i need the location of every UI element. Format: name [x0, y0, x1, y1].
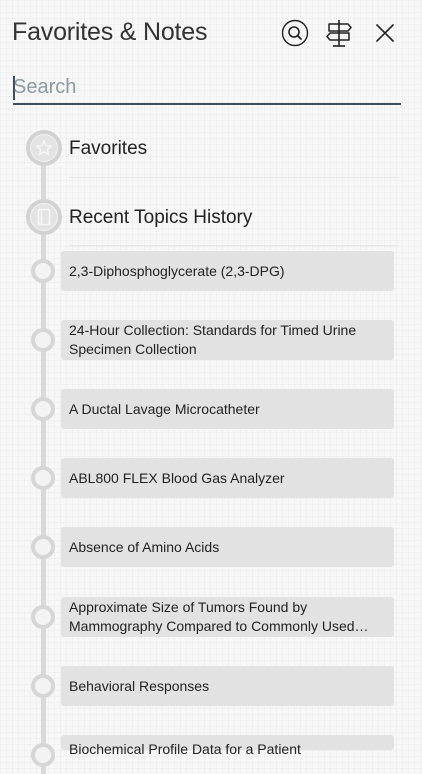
page-title: Favorites & Notes — [12, 18, 208, 46]
section-divider — [69, 177, 399, 178]
timeline-node — [31, 535, 55, 559]
search-button[interactable] — [280, 18, 310, 48]
history-item-title: Absence of Amino Acids — [69, 538, 220, 555]
history-item[interactable]: 2,3-Diphosphoglycerate (2,3-DPG) — [61, 251, 394, 291]
history-item[interactable]: Absence of Amino Acids — [61, 527, 394, 567]
history-item[interactable]: Biochemical Profile Data for a Patient — [61, 735, 394, 757]
history-section-node — [26, 199, 62, 235]
history-item[interactable]: Approximate Size of Tumors Found by Mamm… — [61, 597, 394, 637]
timeline-node — [31, 674, 55, 698]
signpost-icon — [326, 20, 352, 47]
timeline-node — [31, 259, 55, 283]
history-section-label[interactable]: Recent Topics History — [69, 207, 252, 229]
history-item[interactable]: ABL800 FLEX Blood Gas Analyzer — [61, 458, 394, 498]
search-icon — [281, 19, 309, 47]
signpost-button[interactable] — [324, 18, 354, 48]
timeline-node — [31, 466, 55, 490]
close-icon — [376, 24, 394, 42]
search-input[interactable] — [13, 72, 401, 103]
search-field[interactable] — [13, 72, 401, 105]
favorites-section-node — [26, 130, 62, 166]
history-item[interactable]: 24-Hour Collection: Standards for Timed … — [61, 320, 394, 360]
history-item[interactable]: Behavioral Responses — [61, 666, 394, 706]
star-icon — [35, 140, 53, 156]
book-icon — [37, 208, 51, 226]
history-item-title: ABL800 FLEX Blood Gas Analyzer — [69, 469, 285, 486]
timeline-node — [31, 743, 55, 767]
header: Favorites & Notes — [0, 0, 422, 66]
history-item-title: 2,3-Diphosphoglycerate (2,3-DPG) — [69, 262, 285, 279]
timeline-node — [31, 605, 55, 629]
favorites-section-label[interactable]: Favorites — [69, 138, 147, 160]
history-item-title: Approximate Size of Tumors Found by Mamm… — [69, 599, 369, 634]
history-item-title: 24-Hour Collection: Standards for Timed … — [69, 322, 357, 357]
history-item-title: Behavioral Responses — [69, 677, 210, 694]
history-item-title: A Ductal Lavage Microcatheter — [69, 400, 260, 417]
close-button[interactable] — [370, 18, 400, 48]
timeline-node — [31, 328, 55, 352]
section-divider — [69, 245, 399, 246]
timeline-node — [31, 397, 55, 421]
text-cursor — [13, 76, 15, 100]
history-item[interactable]: A Ductal Lavage Microcatheter — [61, 389, 394, 429]
